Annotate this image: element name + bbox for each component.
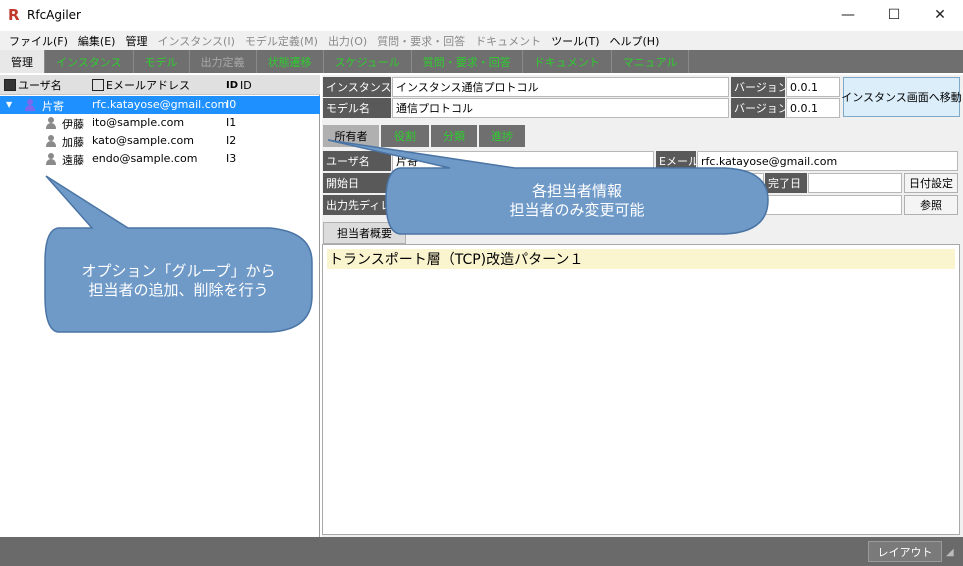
- right-callout-line-2: 担当者のみ変更可能: [509, 201, 645, 219]
- right-callout-text: 各担当者情報 担当者のみ変更可能: [386, 176, 768, 226]
- right-callout-line-1: 各担当者情報: [531, 182, 622, 200]
- left-callout-line-2: 担当者の追加、削除を行う: [88, 281, 269, 299]
- left-callout-text: オプション「グループ」から 担当者の追加、削除を行う: [45, 246, 312, 316]
- left-callout-line-1: オプション「グループ」から: [81, 262, 276, 280]
